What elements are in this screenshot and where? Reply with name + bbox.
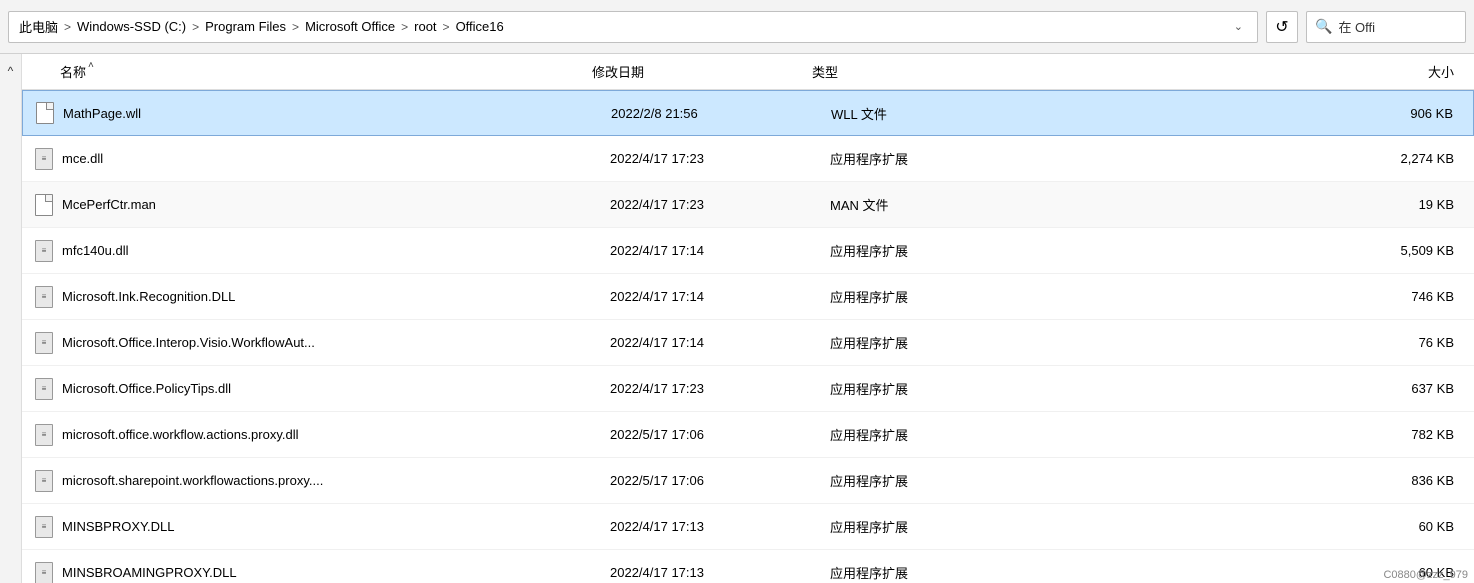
table-row[interactable]: Microsoft.Ink.Recognition.DLL2022/4/17 1… [22, 274, 1474, 320]
file-type: WLL 文件 [831, 104, 1051, 123]
file-date: 2022/4/17 17:13 [610, 519, 830, 534]
table-row[interactable]: Microsoft.Office.Interop.Visio.WorkflowA… [22, 320, 1474, 366]
file-type: 应用程序扩展 [830, 287, 1050, 306]
file-size: 5,509 KB [1050, 243, 1474, 258]
file-type: MAN 文件 [830, 195, 1050, 214]
file-date: 2022/5/17 17:06 [610, 427, 830, 442]
file-type: 应用程序扩展 [830, 379, 1050, 398]
breadcrumb-item-root[interactable]: root [414, 19, 436, 34]
table-row[interactable]: MINSBROAMINGPROXY.DLL2022/4/17 17:13应用程序… [22, 550, 1474, 583]
file-type: 应用程序扩展 [830, 517, 1050, 536]
file-type: 应用程序扩展 [830, 241, 1050, 260]
status-bar: C0880@zzz_979 [1377, 567, 1474, 583]
file-name: microsoft.sharepoint.workflowactions.pro… [62, 473, 610, 488]
search-label: 在 Offi [1338, 17, 1375, 36]
file-name: MINSBPROXY.DLL [62, 519, 610, 534]
file-name: mce.dll [62, 151, 610, 166]
table-row[interactable]: Microsoft.Office.PolicyTips.dll2022/4/17… [22, 366, 1474, 412]
file-icon [32, 193, 56, 217]
table-row[interactable]: mfc140u.dll2022/4/17 17:14应用程序扩展5,509 KB [22, 228, 1474, 274]
top-bar: 此电脑 > Windows-SSD (C:) > Program Files >… [0, 0, 1474, 54]
file-name: mfc140u.dll [62, 243, 610, 258]
breadcrumb-item-programfiles[interactable]: Program Files [205, 19, 286, 34]
file-icon [32, 469, 56, 493]
file-icon [32, 377, 56, 401]
breadcrumb-sep-4: > [401, 20, 408, 34]
col-header-date[interactable]: 修改日期 [592, 62, 812, 81]
file-size: 637 KB [1050, 381, 1474, 396]
file-icon [33, 101, 57, 125]
search-icon: 🔍 [1315, 18, 1332, 35]
file-name: McePerfCtr.man [62, 197, 610, 212]
content-area[interactable]: 名称 ˄ 修改日期 类型 大小 MathPage.wll2022/2/8 21:… [22, 54, 1474, 583]
refresh-button[interactable]: ↺ [1266, 11, 1298, 43]
file-date: 2022/4/17 17:23 [610, 381, 830, 396]
breadcrumb-sep-1: > [64, 20, 71, 34]
table-row[interactable]: microsoft.sharepoint.workflowactions.pro… [22, 458, 1474, 504]
table-row[interactable]: microsoft.office.workflow.actions.proxy.… [22, 412, 1474, 458]
file-date: 2022/4/17 17:23 [610, 197, 830, 212]
file-size: 782 KB [1050, 427, 1474, 442]
file-date: 2022/4/17 17:13 [610, 565, 830, 580]
table-row[interactable]: McePerfCtr.man2022/4/17 17:23MAN 文件19 KB [22, 182, 1474, 228]
table-row[interactable]: MathPage.wll2022/2/8 21:56WLL 文件906 KB [22, 90, 1474, 136]
breadcrumb[interactable]: 此电脑 > Windows-SSD (C:) > Program Files >… [8, 11, 1258, 43]
breadcrumb-sep-2: > [192, 20, 199, 34]
search-box[interactable]: 🔍 在 Offi [1306, 11, 1466, 43]
sidebar: ^ [0, 54, 22, 583]
breadcrumb-sep-5: > [443, 20, 450, 34]
file-name: microsoft.office.workflow.actions.proxy.… [62, 427, 610, 442]
breadcrumb-item-drive[interactable]: Windows-SSD (C:) [77, 19, 186, 34]
file-size: 76 KB [1050, 335, 1474, 350]
file-size: 746 KB [1050, 289, 1474, 304]
file-date: 2022/2/8 21:56 [611, 106, 831, 121]
col-header-type[interactable]: 类型 [812, 62, 1032, 81]
file-icon [32, 239, 56, 263]
main-container: ^ 名称 ˄ 修改日期 类型 大小 MathPage.wll2022/2/8 2… [0, 54, 1474, 583]
file-size: 836 KB [1050, 473, 1474, 488]
breadcrumb-item-msoffice[interactable]: Microsoft Office [305, 19, 395, 34]
table-row[interactable]: mce.dll2022/4/17 17:23应用程序扩展2,274 KB [22, 136, 1474, 182]
breadcrumb-dropdown-icon[interactable]: ⌄ [1230, 18, 1247, 35]
file-list: MathPage.wll2022/2/8 21:56WLL 文件906 KBmc… [22, 90, 1474, 583]
file-date: 2022/4/17 17:14 [610, 289, 830, 304]
breadcrumb-sep-3: > [292, 20, 299, 34]
file-size: 2,274 KB [1050, 151, 1474, 166]
file-date: 2022/4/17 17:14 [610, 243, 830, 258]
file-icon [32, 515, 56, 539]
file-icon [32, 423, 56, 447]
file-name: Microsoft.Office.Interop.Visio.WorkflowA… [62, 335, 610, 350]
col-header-size[interactable]: 大小 [1032, 62, 1474, 81]
file-date: 2022/4/17 17:14 [610, 335, 830, 350]
file-icon [32, 285, 56, 309]
file-size: 906 KB [1051, 106, 1473, 121]
file-size: 19 KB [1050, 197, 1474, 212]
file-type: 应用程序扩展 [830, 563, 1050, 582]
file-type: 应用程序扩展 [830, 333, 1050, 352]
file-name: Microsoft.Ink.Recognition.DLL [62, 289, 610, 304]
col-header-name[interactable]: 名称 ˄ [32, 62, 592, 81]
file-name: MathPage.wll [63, 106, 611, 121]
file-icon [32, 147, 56, 171]
file-type: 应用程序扩展 [830, 471, 1050, 490]
file-icon [32, 331, 56, 355]
file-size: 60 KB [1050, 519, 1474, 534]
table-row[interactable]: MINSBPROXY.DLL2022/4/17 17:13应用程序扩展60 KB [22, 504, 1474, 550]
file-icon [32, 561, 56, 583]
file-date: 2022/4/17 17:23 [610, 151, 830, 166]
file-type: 应用程序扩展 [830, 425, 1050, 444]
breadcrumb-item-computer[interactable]: 此电脑 [19, 17, 58, 36]
file-name: Microsoft.Office.PolicyTips.dll [62, 381, 610, 396]
file-type: 应用程序扩展 [830, 149, 1050, 168]
file-date: 2022/5/17 17:06 [610, 473, 830, 488]
column-header: 名称 ˄ 修改日期 类型 大小 [22, 54, 1474, 90]
breadcrumb-item-office16[interactable]: Office16 [456, 19, 504, 34]
file-name: MINSBROAMINGPROXY.DLL [62, 565, 610, 580]
sidebar-up-arrow[interactable]: ^ [8, 64, 14, 78]
toolbar-right: ↺ 🔍 在 Offi [1266, 11, 1466, 43]
